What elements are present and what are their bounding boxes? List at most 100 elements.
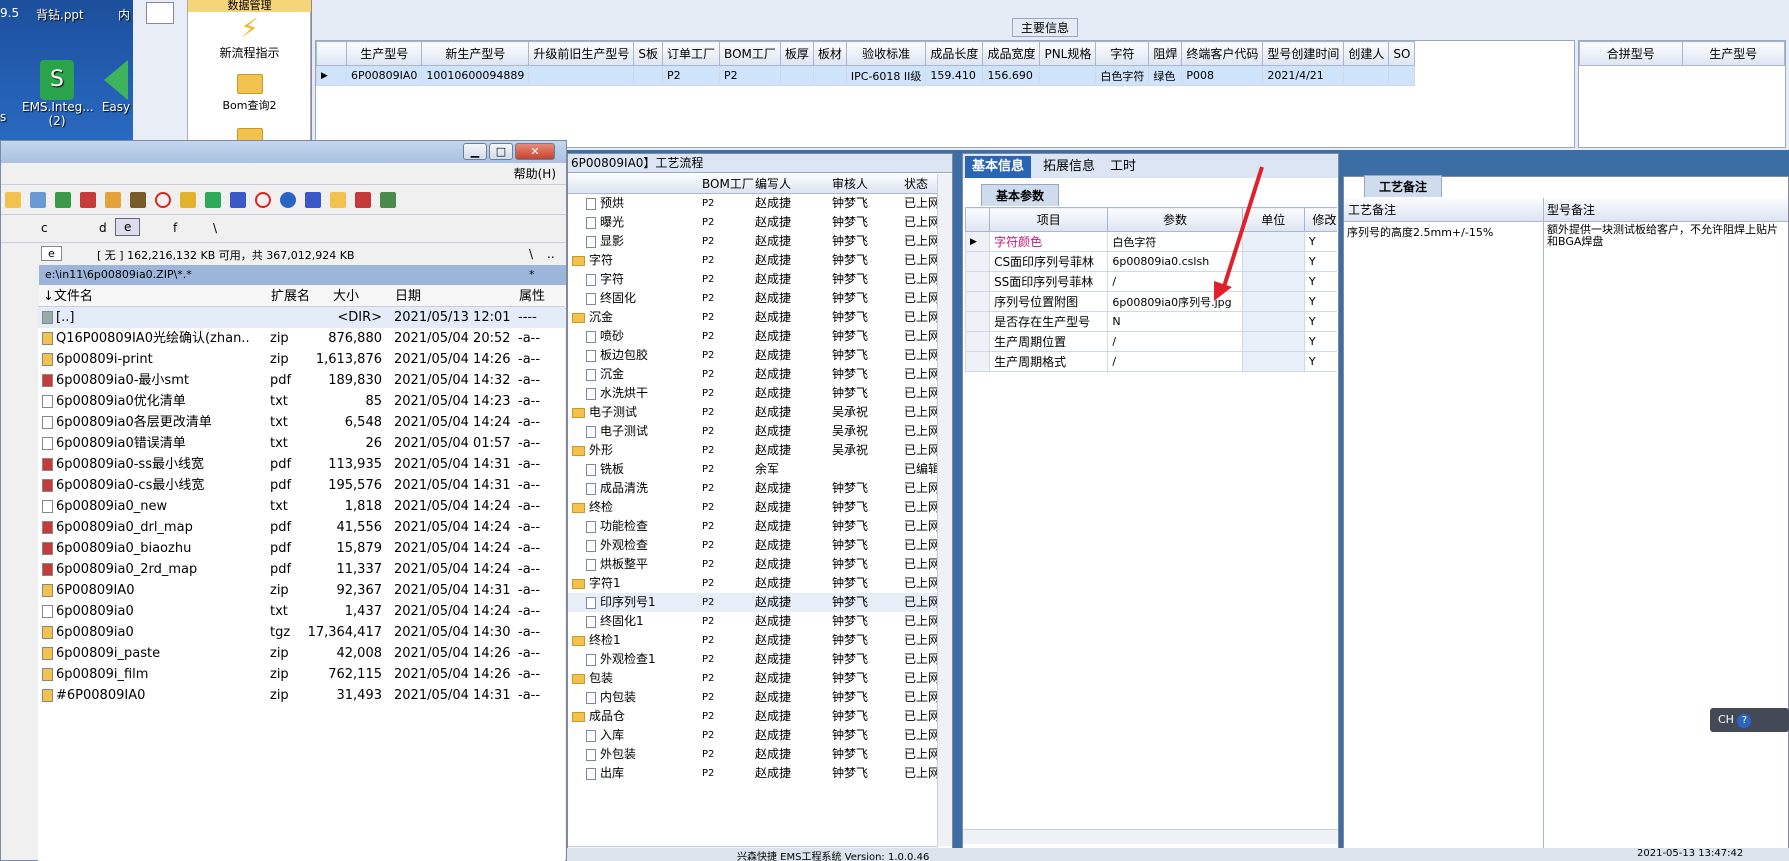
process-row[interactable]: 电子测试 P2 赵成捷 吴承祝 已上网 xyxy=(568,422,938,441)
file-row[interactable]: Q16P00809IA0光绘确认(zhan.. zip 876,880 2021/05… xyxy=(38,328,565,349)
model-note-text[interactable]: 额外提供一块测试板给客户，不允许阻焊上贴片和BGA焊盘 xyxy=(1547,224,1783,248)
file-row[interactable]: 6p00809ia0优化清单 txt 85 2021/05/04 14:23 -a-- xyxy=(38,391,565,412)
ime-toolbar[interactable]: CH ? xyxy=(1710,708,1789,732)
file-row[interactable]: 6p00809ia0 tgz 17,364,417 2021/05/04 14:30-… xyxy=(38,622,565,643)
main-col-6[interactable]: 板厚 xyxy=(779,41,814,66)
main-col-9[interactable]: 成品长度 xyxy=(925,41,984,66)
process-row[interactable]: 成品仓 P2 赵成捷 钟梦飞 已上网 xyxy=(568,707,938,726)
file-row[interactable]: 6p00809ia0错误清单 txt 26 2021/05/04 01:57 -a-- xyxy=(38,433,565,454)
main-col-8[interactable]: 验收标准 xyxy=(845,41,927,66)
main-col-10[interactable]: 成品宽度 xyxy=(982,41,1041,66)
main-cell-12[interactable]: 白色字符 xyxy=(1095,65,1150,86)
process-vscroll[interactable] xyxy=(937,174,952,846)
toolbar-excel-icon[interactable] xyxy=(55,191,71,208)
main-cell-14[interactable]: P008 xyxy=(1181,65,1264,86)
file-row[interactable]: 6p00809ia0 txt 1,437 2021/05/04 14:24 -a-- xyxy=(38,601,565,622)
desktop-file-ppt[interactable]: 背钻.ppt xyxy=(36,6,84,23)
process-row[interactable]: 铣板 P2 余军 已编辑 xyxy=(568,460,938,479)
params-col-item[interactable]: 项目 xyxy=(989,207,1109,232)
minimize-button[interactable]: ▁ xyxy=(463,143,487,160)
toolbar-stop2-icon[interactable] xyxy=(255,191,271,208)
main-cell-4[interactable]: P2 xyxy=(662,65,721,86)
process-row[interactable]: 终检 P2 赵成捷 钟梦飞 已上网 xyxy=(568,498,938,517)
main-cell-2[interactable] xyxy=(528,65,635,86)
main-col-0[interactable]: 生产型号 xyxy=(345,41,423,66)
main-cell-13[interactable]: 绿色 xyxy=(1148,65,1183,86)
process-row[interactable]: 沉金 P2 赵成捷 钟梦飞 已上网 xyxy=(568,308,938,327)
main-info-row[interactable]: ▶ 6P00809IA0 10010600094889 P2 P2 IPC-6018 II… xyxy=(316,65,1416,86)
toolbar-network-icon[interactable] xyxy=(380,191,396,208)
file-row[interactable]: 6p00809ia0_2rd_map pdf 11,337 2021/05/04 14… xyxy=(38,559,565,580)
drive-c[interactable]: c xyxy=(41,221,48,235)
file-manager-titlebar[interactable]: ▁ □ ✕ xyxy=(1,141,566,163)
params-hscroll[interactable] xyxy=(963,829,1338,844)
process-row[interactable]: 印序列号1 P2 赵成捷 钟梦飞 已上网 xyxy=(568,593,938,612)
process-row[interactable]: 入库 P2 赵成捷 钟梦飞 已上网 xyxy=(568,726,938,745)
parent-button[interactable]: .. xyxy=(547,247,555,261)
file-row[interactable]: 6p00809i-print zip 1,613,876 2021/05/04 14:… xyxy=(38,349,565,370)
easy-shortcut[interactable]: Easy xyxy=(98,60,134,114)
main-cell-15[interactable]: 2021/4/21 xyxy=(1262,65,1345,86)
help-menu[interactable]: 帮助(H) xyxy=(1,163,566,185)
process-col-reviewer[interactable]: 审核人 xyxy=(832,174,868,194)
param-unit[interactable] xyxy=(1241,351,1305,372)
toolbar-key-icon[interactable] xyxy=(180,191,196,208)
param-unit[interactable] xyxy=(1241,331,1305,352)
toolbar-acrobat-icon[interactable] xyxy=(80,191,96,208)
process-col-status[interactable]: 状态 xyxy=(904,174,928,194)
params-col-modify[interactable]: 修改 xyxy=(1303,207,1337,232)
file-row[interactable]: #6P00809IA0 zip 31,493 2021/05/04 14:31 -a-- xyxy=(38,685,565,706)
main-col-12[interactable]: 字符 xyxy=(1095,41,1150,66)
toolbar-archive-icon[interactable] xyxy=(105,191,121,208)
desktop-icon-label[interactable]: s xyxy=(0,110,6,124)
tab-work-hours[interactable]: 工时 xyxy=(1103,156,1143,178)
file-row[interactable]: 6p00809ia0_new txt 1,818 2021/05/04 14:24 -a… xyxy=(38,496,565,517)
main-cell-9[interactable]: 159.410 xyxy=(925,65,984,86)
new-flow-button[interactable]: ⚡ 新流程指示 xyxy=(188,14,311,61)
main-cell-3[interactable] xyxy=(633,65,664,86)
tool-icon[interactable] xyxy=(146,2,174,24)
main-cell-5[interactable]: P2 xyxy=(719,65,781,86)
process-col-writer[interactable]: 编写人 xyxy=(755,174,791,194)
process-row[interactable]: 外观检查1 P2 赵成捷 钟梦飞 已上网 xyxy=(568,650,938,669)
main-col-7[interactable]: 板材 xyxy=(812,41,847,66)
file-row[interactable]: 6p00809i_paste zip 42,008 2021/05/04 14:26-… xyxy=(38,643,565,664)
param-value[interactable]: / xyxy=(1107,351,1243,372)
process-row[interactable]: 预烘 P2 赵成捷 钟梦飞 已上网 xyxy=(568,194,938,213)
process-row[interactable]: 板边包胶 P2 赵成捷 钟梦飞 已上网 xyxy=(568,346,938,365)
main-cell-16[interactable] xyxy=(1343,65,1390,86)
process-row[interactable]: 字符 P2 赵成捷 钟梦飞 已上网 xyxy=(568,251,938,270)
process-row[interactable]: 内包装 P2 赵成捷 钟梦飞 已上网 xyxy=(568,688,938,707)
main-cell-1[interactable]: 10010600094889 xyxy=(421,65,530,86)
main-cell-17[interactable] xyxy=(1388,65,1416,86)
process-row[interactable]: 沉金 P2 赵成捷 钟梦飞 已上网 xyxy=(568,365,938,384)
file-row[interactable]: 6p00809ia0_biaozhu pdf 15,879 2021/05/04 14… xyxy=(38,538,565,559)
maximize-button[interactable]: □ xyxy=(489,143,513,160)
main-col-1[interactable]: 新生产型号 xyxy=(421,41,530,66)
process-row[interactable]: 字符1 P2 赵成捷 钟梦飞 已上网 xyxy=(568,574,938,593)
root-button[interactable]: \ xyxy=(529,247,533,261)
file-row[interactable]: 6p00809i_film zip 762,115 2021/05/04 14:26-… xyxy=(38,664,565,685)
process-row[interactable]: 终检1 P2 赵成捷 钟梦飞 已上网 xyxy=(568,631,938,650)
main-col-3[interactable]: S板 xyxy=(633,41,664,66)
param-row[interactable]: 生产周期位置 / Y xyxy=(965,331,1337,352)
main-col-2[interactable]: 升级前旧生产型号 xyxy=(528,41,635,66)
drive-f[interactable]: f xyxy=(173,221,177,235)
main-cell-10[interactable]: 156.690 xyxy=(982,65,1041,86)
process-row[interactable]: 包装 P2 赵成捷 钟梦飞 已上网 xyxy=(568,669,938,688)
main-cell-0[interactable]: 6P00809IA0 xyxy=(345,65,423,86)
toolbar-app-icon[interactable] xyxy=(205,191,221,208)
process-row[interactable]: 出库 P2 赵成捷 钟梦飞 已上网 xyxy=(568,764,938,783)
process-row[interactable]: 电子测试 P2 赵成捷 吴承祝 已上网 xyxy=(568,403,938,422)
process-row[interactable]: 喷砂 P2 赵成捷 钟梦飞 已上网 xyxy=(568,327,938,346)
process-row[interactable]: 成品清洗 P2 赵成捷 钟梦飞 已上网 xyxy=(568,479,938,498)
main-cell-11[interactable] xyxy=(1039,65,1097,86)
close-button[interactable]: ✕ xyxy=(515,143,555,160)
toolbar-stop-icon[interactable] xyxy=(155,191,171,208)
process-row[interactable]: 烘板整平 P2 赵成捷 钟梦飞 已上网 xyxy=(568,555,938,574)
param-row[interactable]: 生产周期格式 / Y xyxy=(965,351,1337,372)
ems-shortcut[interactable]: S EMS.Integ... (2) xyxy=(22,60,94,128)
file-row[interactable]: [..] <DIR> 2021/05/13 12:01 ---- xyxy=(38,307,565,328)
bom-query-button[interactable]: Bom查询2 xyxy=(188,74,311,113)
process-row[interactable]: 水洗烘干 P2 赵成捷 钟梦飞 已上网 xyxy=(568,384,938,403)
